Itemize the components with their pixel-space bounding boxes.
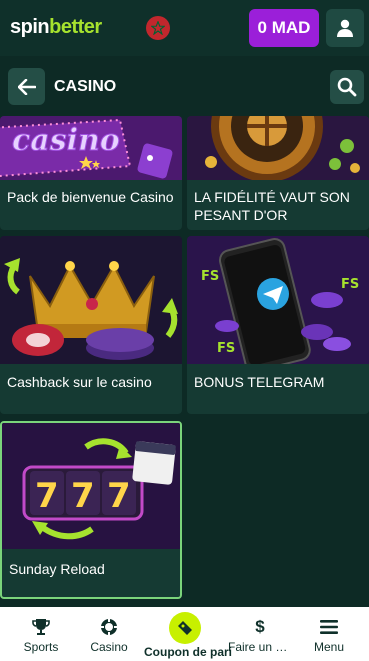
back-button[interactable] (8, 68, 45, 105)
nav-bet-slip-label: Coupon de pari (144, 645, 232, 659)
promo-card-welcome-casino[interactable]: casino Pack de bienvenue Casino (0, 116, 182, 230)
card-title: LA FIDÉLITÉ VAUT SON PESANT D'OR (194, 189, 350, 223)
balance-button[interactable]: 0 MAD (249, 9, 319, 47)
casino-chip-icon (101, 619, 117, 635)
card-title: Sunday Reload (9, 561, 105, 577)
dollar-icon: $ (255, 617, 265, 636)
promo-card-telegram[interactable]: FS FS FS BONUS TELEGRAM (187, 236, 369, 414)
language-flag-icon[interactable] (146, 16, 170, 40)
casino-sign-image: casino (0, 116, 182, 180)
svg-text:7: 7 (107, 476, 131, 516)
top-header: spinbetter 0 MAD (0, 0, 369, 56)
crown-chips-image (0, 236, 182, 364)
svg-text:casino: casino (12, 123, 120, 158)
bottom-navigation: Sports Casino Coupon de pari $ Faire un … (0, 607, 369, 661)
profile-button[interactable] (326, 9, 364, 47)
trophy-icon (32, 619, 50, 635)
svg-text:7: 7 (35, 476, 59, 516)
svg-text:FS: FS (217, 341, 235, 356)
roulette-image (187, 116, 369, 180)
nav-menu-label: Menu (313, 640, 345, 654)
nav-menu[interactable]: Menu (298, 607, 360, 661)
promo-card-loyalty[interactable]: LA FIDÉLITÉ VAUT SON PESANT D'OR (187, 116, 369, 230)
nav-deposit[interactable]: $ Faire un d… (228, 607, 292, 661)
card-title: BONUS TELEGRAM (194, 374, 325, 390)
logo-text-spin: spin (10, 16, 50, 38)
card-title: Cashback sur le casino (7, 374, 152, 390)
svg-text:FS: FS (341, 277, 359, 292)
nav-casino[interactable]: Casino (78, 607, 140, 661)
nav-bet-slip[interactable]: Coupon de pari (144, 607, 232, 661)
page-title: CASINO (54, 78, 117, 95)
nav-deposit-label: Faire un d… (228, 640, 292, 654)
user-icon (337, 19, 353, 37)
nav-sports-label: Sports (23, 640, 59, 654)
logo-text-better: better (49, 16, 102, 38)
svg-text:FS: FS (201, 269, 219, 284)
nav-casino-label: Casino (90, 640, 128, 654)
telegram-phone-image: FS FS FS (187, 236, 369, 364)
slot-777-image: 7 7 7 (2, 423, 180, 549)
search-icon (337, 77, 357, 97)
star-icon (151, 21, 165, 35)
section-header: CASINO (0, 62, 369, 112)
arrow-left-icon (17, 78, 36, 95)
svg-text:7: 7 (71, 476, 95, 516)
bet-slip-icon-circle (169, 612, 201, 644)
search-button[interactable] (330, 70, 364, 104)
ticket-icon (178, 621, 192, 635)
hamburger-menu-icon (320, 620, 338, 634)
promo-card-cashback[interactable]: Cashback sur le casino (0, 236, 182, 414)
brand-logo[interactable]: spinbetter (10, 16, 102, 39)
nav-sports[interactable]: Sports (10, 607, 72, 661)
card-title: Pack de bienvenue Casino (7, 189, 174, 205)
promo-card-sunday-reload[interactable]: 7 7 7 Sunday Reload (0, 421, 182, 599)
